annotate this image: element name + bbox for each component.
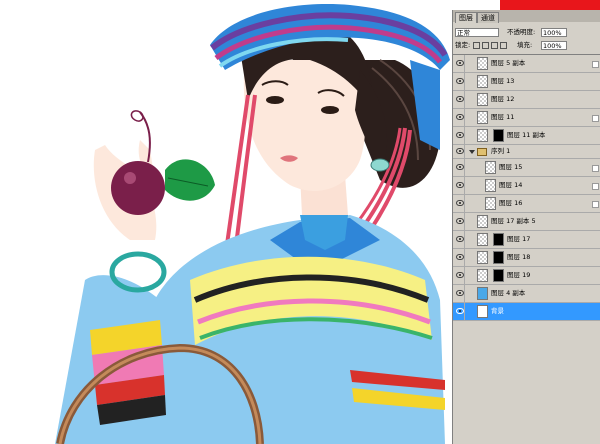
lock-label: 锁定: [455, 41, 471, 49]
layer-badge-icon [592, 115, 599, 122]
visibility-eye-icon[interactable] [456, 218, 464, 224]
expand-chevron-icon[interactable] [469, 150, 475, 154]
layer-row[interactable]: 图层 5 副本 [453, 55, 600, 73]
layer-thumbnail [485, 179, 496, 192]
layer-name: 图层 12 [491, 95, 515, 103]
layer-thumbnail [477, 75, 488, 88]
layer-row[interactable]: 图层 17 副本 5 [453, 213, 600, 231]
visibility-eye-icon[interactable] [456, 114, 464, 120]
fill-input[interactable]: 100% [541, 41, 567, 50]
illustration-artwork [55, 4, 450, 444]
lock-all-icon[interactable] [500, 42, 507, 49]
layer-name: 图层 11 [491, 113, 515, 121]
panel-tabs: 图层 通道 [453, 10, 600, 23]
layer-name: 图层 11 副本 [507, 131, 546, 139]
visibility-eye-icon[interactable] [456, 96, 464, 102]
layer-mask-thumbnail [493, 251, 504, 264]
layer-row[interactable]: 图层 17 [453, 231, 600, 249]
layer-name: 图层 13 [491, 77, 515, 85]
layer-thumbnail [477, 251, 488, 264]
layer-name: 图层 16 [499, 199, 523, 207]
opacity-label: 不透明度: [507, 28, 536, 36]
layer-name: 图层 14 [499, 181, 523, 189]
lock-pixels-icon[interactable] [482, 42, 489, 49]
layer-thumbnail [477, 57, 488, 70]
visibility-eye-icon[interactable] [456, 254, 464, 260]
visibility-eye-icon[interactable] [456, 60, 464, 66]
fill-label: 填充: [517, 41, 533, 49]
tab-channels[interactable]: 通道 [477, 12, 499, 23]
blend-opacity-row: 正常 不透明度: 100% [453, 27, 600, 38]
layer-row[interactable]: 图层 13 [453, 73, 600, 91]
layer-name: 图层 4 副本 [491, 289, 526, 297]
layer-name: 序列 1 [491, 147, 511, 155]
visibility-eye-icon[interactable] [456, 132, 464, 138]
visibility-eye-icon[interactable] [456, 200, 464, 206]
lock-fill-row: 锁定: 填充: 100% [453, 40, 600, 51]
layer-group-row[interactable]: 序列 1 [453, 145, 600, 159]
layer-mask-thumbnail [493, 269, 504, 282]
visibility-eye-icon[interactable] [456, 148, 464, 154]
layer-row-selected[interactable]: 背景 [453, 303, 600, 321]
visibility-eye-icon[interactable] [456, 164, 464, 170]
blend-mode-select[interactable]: 正常 [455, 28, 499, 37]
layer-name: 图层 17 副本 5 [491, 217, 536, 225]
layer-thumbnail [485, 161, 496, 174]
layer-thumbnail [477, 269, 488, 282]
layer-thumbnail [477, 305, 488, 318]
layer-badge-icon [592, 183, 599, 190]
layer-thumbnail [477, 111, 488, 124]
layer-mask-thumbnail [493, 129, 504, 142]
layer-name: 图层 17 [507, 235, 531, 243]
layer-name: 图层 15 [499, 163, 523, 171]
layer-thumbnail [477, 129, 488, 142]
layer-row[interactable]: 图层 14 [453, 177, 600, 195]
layer-mask-thumbnail [493, 233, 504, 246]
layer-row[interactable]: 图层 11 [453, 109, 600, 127]
folder-icon [477, 148, 487, 156]
layer-badge-icon [592, 61, 599, 68]
visibility-eye-icon[interactable] [456, 272, 464, 278]
layer-row[interactable]: 图层 12 [453, 91, 600, 109]
visibility-eye-icon[interactable] [456, 236, 464, 242]
layers-panel: 图层 通道 正常 不透明度: 100% 锁定: 填充: 100% 图层 5 副本… [452, 10, 600, 444]
app-title-bar-fragment [500, 0, 600, 10]
lock-position-icon[interactable] [491, 42, 498, 49]
opacity-input[interactable]: 100% [541, 28, 567, 37]
layer-thumbnail [485, 197, 496, 210]
layer-thumbnail [477, 93, 488, 106]
layer-row[interactable]: 图层 15 [453, 159, 600, 177]
document-canvas[interactable] [0, 0, 452, 444]
layer-badge-icon [592, 165, 599, 172]
layer-thumbnail [477, 287, 488, 300]
layer-name: 图层 19 [507, 271, 531, 279]
layer-name: 背景 [491, 307, 504, 315]
visibility-eye-icon[interactable] [456, 182, 464, 188]
visibility-eye-icon[interactable] [456, 78, 464, 84]
layer-name: 图层 18 [507, 253, 531, 261]
layer-row[interactable]: 图层 16 [453, 195, 600, 213]
visibility-eye-icon[interactable] [456, 308, 464, 314]
layer-thumbnail [477, 233, 488, 246]
tab-layers[interactable]: 图层 [455, 12, 477, 23]
visibility-eye-icon[interactable] [456, 290, 464, 296]
layer-thumbnail [477, 215, 488, 228]
layer-row[interactable]: 图层 18 [453, 249, 600, 267]
layer-badge-icon [592, 201, 599, 208]
layer-row[interactable]: 图层 4 副本 [453, 285, 600, 303]
layers-list: 图层 5 副本 图层 13 图层 12 图层 11 图层 11 副本 序列 1 … [453, 54, 600, 331]
layer-row[interactable]: 图层 11 副本 [453, 127, 600, 145]
layer-name: 图层 5 副本 [491, 59, 526, 67]
lock-transparency-icon[interactable] [473, 42, 480, 49]
layer-row[interactable]: 图层 19 [453, 267, 600, 285]
